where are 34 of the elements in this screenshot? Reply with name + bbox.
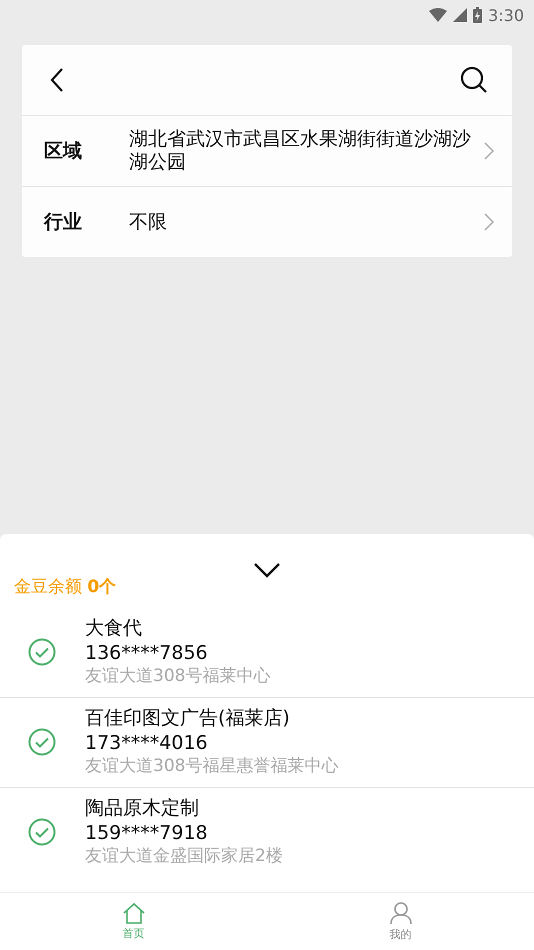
check-circle-icon [28, 818, 56, 846]
filter-value: 湖北省武汉市武昌区水果湖街街道沙湖沙湖公园 [129, 128, 472, 174]
filter-value: 不限 [129, 210, 168, 234]
wifi-icon [429, 8, 448, 22]
filter-row[interactable]: 行业 不限 [22, 187, 512, 257]
shop-phone: 136****7856 [85, 641, 209, 665]
filter-label: 区域 [44, 139, 83, 164]
signal-icon [453, 8, 468, 22]
shop-name: 陶品原木定制 [85, 796, 200, 821]
check-circle-icon [28, 728, 56, 756]
filter-label: 行业 [44, 210, 83, 235]
shop-item[interactable]: 百佳印图文广告(福莱店) 173****4016 友谊大道308号福星惠誉福莱中心 [0, 698, 534, 788]
nav-tab[interactable]: 我的 [267, 893, 534, 950]
check-circle-icon [28, 638, 56, 666]
status-time: 3:30 [488, 6, 524, 24]
home-icon [122, 902, 146, 924]
shop-item[interactable]: 陶品原木定制 159****7918 友谊大道金盛国际家居2楼 [0, 788, 534, 877]
search-button[interactable] [460, 66, 488, 94]
shop-phone: 159****7918 [85, 821, 209, 845]
chevron-right-icon [484, 142, 494, 160]
shop-name: 百佳印图文广告(福莱店) [85, 706, 291, 731]
shop-address: 友谊大道金盛国际家居2楼 [85, 845, 283, 868]
shop-address: 友谊大道308号福莱中心 [85, 665, 270, 688]
shop-phone: 173****4016 [85, 731, 209, 755]
chevron-right-icon [484, 213, 494, 231]
shop-address: 友谊大道308号福星惠誉福莱中心 [85, 755, 338, 778]
person-icon [390, 901, 412, 925]
battery-icon [473, 7, 482, 23]
shop-name: 大食代 [85, 616, 143, 641]
shop-item[interactable]: 大食代 136****7856 友谊大道308号福莱中心 [0, 608, 534, 698]
balance-text: 金豆余额 0个 [14, 576, 116, 598]
filter-row[interactable]: 区域 湖北省武汉市武昌区水果湖街街道沙湖沙湖公园 [22, 116, 512, 187]
back-button[interactable] [50, 67, 64, 93]
collapse-button[interactable] [253, 562, 281, 578]
